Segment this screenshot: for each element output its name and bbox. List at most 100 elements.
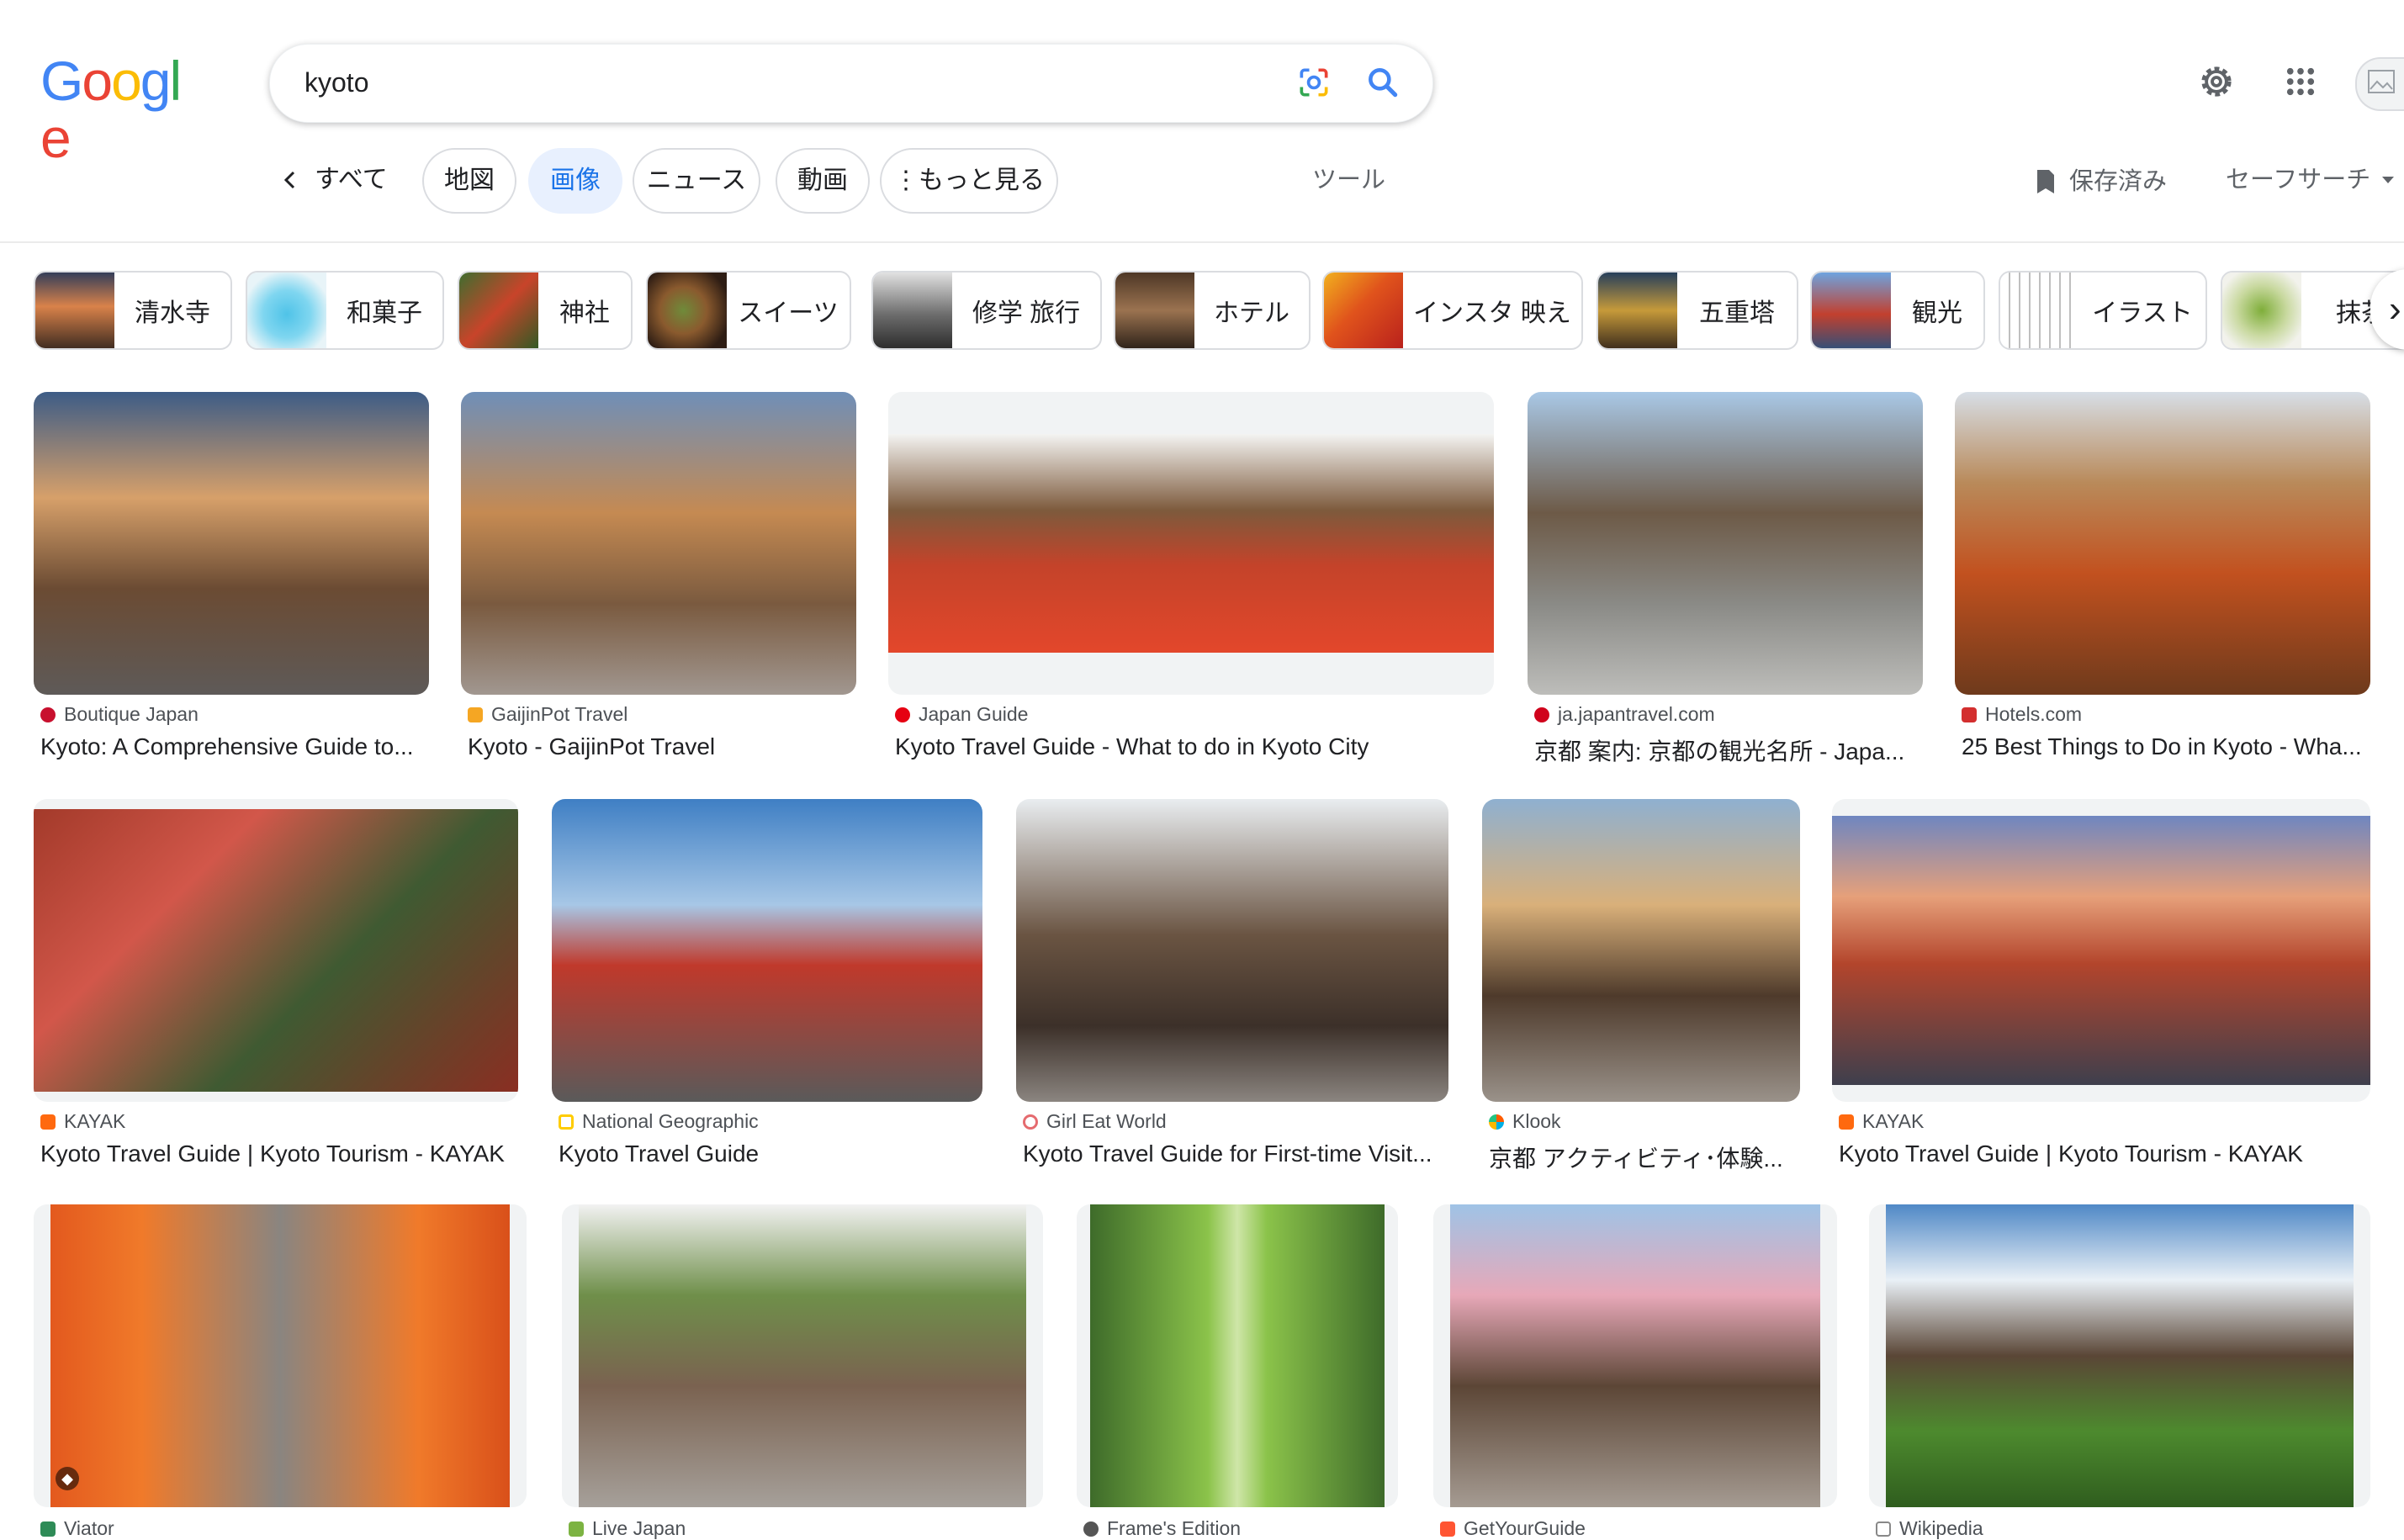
avatar[interactable] [2355, 57, 2404, 111]
safesearch-dropdown[interactable]: セーフサーチ [2226, 160, 2396, 200]
result-image[interactable] [888, 392, 1494, 695]
chip-label: 清水寺 [135, 299, 210, 327]
result-source[interactable]: Hotels.com [1962, 703, 2082, 726]
image-result[interactable]: Girl Eat World Kyoto Travel Guide for Fi… [1016, 799, 1448, 1169]
result-source[interactable]: Boutique Japan [40, 703, 199, 726]
image-result[interactable]: Hotels.com 25 Best Things to Do in Kyoto… [1955, 392, 2370, 762]
result-source-label: Klook [1512, 1110, 1561, 1132]
source-favicon-icon [1839, 1114, 1854, 1130]
tab-maps[interactable]: 地図 [422, 148, 516, 214]
chip-thumb [247, 273, 326, 348]
image-result[interactable]: ja.japantravel.com 京都 案内: 京都の観光名所 - Japa… [1528, 392, 1923, 765]
result-image[interactable] [34, 1204, 527, 1507]
chip-illustration[interactable]: イラスト [1999, 271, 2207, 350]
image-result[interactable]: GetYourGuide [1433, 1204, 1837, 1539]
chip-label: 修学 旅行 [972, 299, 1081, 327]
result-source[interactable]: Japan Guide [895, 703, 1028, 726]
chip-wagashi[interactable]: 和菓子 [246, 271, 444, 350]
search-box[interactable] [269, 44, 1433, 123]
tools-button[interactable]: ツール [1312, 160, 1385, 200]
magnifier-icon[interactable] [1364, 64, 1401, 101]
result-source[interactable]: KAYAK [40, 1110, 125, 1133]
result-image[interactable] [34, 392, 429, 695]
image-result[interactable]: GaijinPot Travel Kyoto - GaijinPot Trave… [461, 392, 856, 762]
result-image[interactable] [1869, 1204, 2370, 1507]
result-title[interactable]: Kyoto Travel Guide [559, 1140, 982, 1167]
image-result[interactable]: KAYAK Kyoto Travel Guide | Kyoto Tourism… [1832, 799, 2370, 1169]
result-image[interactable] [1955, 392, 2370, 695]
result-title[interactable]: 25 Best Things to Do in Kyoto - Wha... [1962, 733, 2370, 760]
result-source[interactable]: Klook [1489, 1110, 1561, 1133]
result-source-label: KAYAK [64, 1110, 126, 1132]
result-title[interactable]: Kyoto Travel Guide | Kyoto Tourism - KAY… [40, 1140, 518, 1167]
result-source[interactable]: National Geographic [559, 1110, 759, 1133]
result-source[interactable]: Girl Eat World [1023, 1110, 1167, 1133]
result-title[interactable]: Kyoto Travel Guide - What to do in Kyoto… [895, 733, 1494, 760]
logo-letter: G [40, 50, 83, 112]
chip-sweets[interactable]: スイーツ [646, 271, 851, 350]
tab-news[interactable]: ニュース [633, 148, 760, 214]
settings-icon[interactable] [2197, 62, 2236, 101]
result-image[interactable] [461, 392, 856, 695]
saved-link[interactable]: 保存済み [2034, 161, 2167, 202]
result-title[interactable]: Kyoto: A Comprehensive Guide to... [40, 733, 429, 760]
result-source-label: KAYAK [1862, 1110, 1925, 1132]
image-result[interactable]: National Geographic Kyoto Travel Guide [552, 799, 982, 1169]
chip-sightseeing[interactable]: 観光 [1810, 271, 1985, 350]
result-source[interactable]: GaijinPot Travel [468, 703, 627, 726]
chip-label: インスタ 映え [1413, 299, 1571, 327]
result-title[interactable]: Kyoto Travel Guide for First-time Visit.… [1023, 1140, 1448, 1167]
chip-school-trip[interactable]: 修学 旅行 [871, 271, 1102, 350]
chip-label: 和菓子 [347, 299, 422, 327]
nav-back-label: すべて [315, 166, 388, 193]
chip-thumb [1115, 273, 1194, 348]
image-result[interactable]: KAYAK Kyoto Travel Guide | Kyoto Tourism… [34, 799, 518, 1169]
result-title[interactable]: Kyoto - GaijinPot Travel [468, 733, 856, 760]
more-vert-icon: ⋮ [893, 167, 919, 194]
logo-letter: o [82, 50, 113, 112]
result-image[interactable] [1528, 392, 1923, 695]
chevron-left-icon [283, 171, 295, 189]
chip-instagenic[interactable]: インスタ 映え [1322, 271, 1583, 350]
caret-down-icon [2382, 177, 2395, 183]
lens-icon[interactable] [1295, 64, 1332, 101]
chip-five-story-pagoda[interactable]: 五重塔 [1596, 271, 1798, 350]
chip-hotel[interactable]: ホテル [1114, 271, 1311, 350]
result-image[interactable] [1832, 799, 2370, 1102]
result-image[interactable] [562, 1204, 1043, 1507]
google-logo[interactable]: Googl e [40, 50, 197, 167]
result-source-label: Girl Eat World [1046, 1110, 1167, 1132]
search-input[interactable]: kyoto [304, 59, 368, 106]
source-favicon-icon [1534, 706, 1549, 722]
result-title[interactable]: Kyoto Travel Guide | Kyoto Tourism - KAY… [1839, 1140, 2370, 1167]
result-source[interactable]: KAYAK [1839, 1110, 1924, 1133]
result-title[interactable]: 京都 アクティビティ･体験... [1489, 1140, 1800, 1174]
nav-back-all[interactable]: すべて [281, 158, 388, 202]
tab-more[interactable]: ⋮もっと見る [880, 148, 1058, 214]
chip-label: ホテル [1214, 299, 1289, 327]
result-image[interactable] [1482, 799, 1800, 1102]
image-result[interactable]: Boutique Japan Kyoto: A Comprehensive Gu… [34, 392, 429, 762]
chip-shrine[interactable]: 神社 [458, 271, 633, 350]
result-source-label: Boutique Japan [64, 703, 199, 725]
tab-images[interactable]: 画像 [528, 148, 622, 214]
result-image[interactable] [1433, 1204, 1837, 1507]
image-result[interactable]: Klook 京都 アクティビティ･体験... [1482, 799, 1800, 1172]
source-favicon-icon [559, 1114, 574, 1130]
result-image[interactable] [1016, 799, 1448, 1102]
result-image[interactable] [34, 799, 518, 1102]
result-image[interactable] [552, 799, 982, 1102]
result-title[interactable]: 京都 案内: 京都の観光名所 - Japa... [1534, 733, 1923, 767]
result-source-label: National Geographic [582, 1110, 759, 1132]
image-result[interactable]: Wikipedia [1869, 1204, 2370, 1539]
chip-kiyomizu[interactable]: 清水寺 [34, 271, 232, 350]
image-result[interactable]: Japan Guide Kyoto Travel Guide - What to… [888, 392, 1494, 762]
chip-thumb [2000, 273, 2079, 348]
image-result[interactable]: Live Japan [562, 1204, 1043, 1539]
tab-videos[interactable]: 動画 [776, 148, 870, 214]
image-result[interactable]: ◆ Viator [34, 1204, 527, 1539]
apps-icon[interactable] [2283, 64, 2318, 99]
result-image[interactable] [1077, 1204, 1398, 1507]
result-source[interactable]: ja.japantravel.com [1534, 703, 1715, 726]
image-result[interactable]: Frame's Edition [1077, 1204, 1398, 1539]
